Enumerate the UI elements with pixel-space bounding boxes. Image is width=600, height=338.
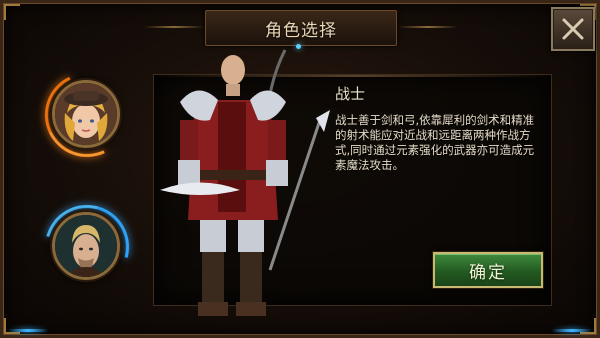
character-select-screen: 角色选择 战士 战士善于剑和弓,依靠犀利的剑术和精准的射术能应对近战和远距离两种… xyxy=(0,0,600,338)
confirm-button[interactable]: 确定 xyxy=(433,252,543,288)
female-avatar-icon xyxy=(55,83,117,145)
warrior-character-model xyxy=(160,49,330,316)
class-name: 战士 xyxy=(335,85,366,103)
page-title: 角色选择 xyxy=(265,20,337,41)
confirm-button-label: 确定 xyxy=(469,262,507,283)
close-icon xyxy=(562,18,584,40)
decorative-light xyxy=(8,329,48,332)
male-avatar-icon xyxy=(55,215,117,277)
close-button[interactable] xyxy=(551,7,595,51)
frame-corner xyxy=(4,4,20,20)
decorative-light xyxy=(552,329,592,332)
class-description: 战士善于剑和弓,依靠犀利的剑术和精准的射术能应对近战和远距离两种作战方式,同时通… xyxy=(335,113,535,172)
character-portrait-male[interactable] xyxy=(52,212,120,280)
character-portrait-female[interactable] xyxy=(52,80,120,148)
